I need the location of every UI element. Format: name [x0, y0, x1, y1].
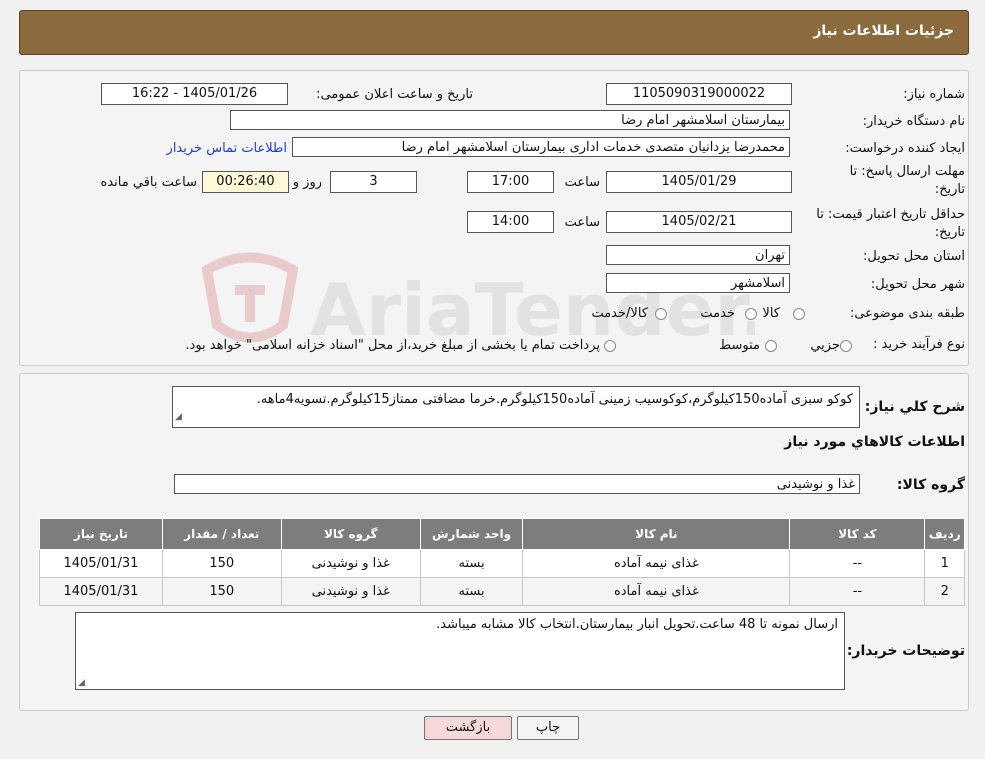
- province-field[interactable]: تهران: [606, 245, 790, 265]
- cell-code: --: [789, 549, 926, 578]
- cell-qty: 150: [161, 549, 282, 578]
- cell-unit: بسته: [419, 577, 524, 606]
- remaining-time-field: 00:26:40: [202, 171, 289, 193]
- validity-label-2: تاریخ:: [934, 225, 965, 240]
- process-note: پرداخت تمام یا بخشی از مبلغ خرید،از محل …: [185, 338, 600, 353]
- announce-label: تاریخ و ساعت اعلان عمومی:: [316, 87, 473, 102]
- cell-date: 1405/01/31: [39, 577, 163, 606]
- deadline-time-field[interactable]: 17:00: [467, 171, 554, 193]
- validity-time-label: ساعت: [564, 215, 600, 230]
- cell-unit: بسته: [419, 549, 524, 578]
- need-number-field[interactable]: 1105090319000022: [606, 83, 792, 105]
- col-row-header: ردیف: [924, 518, 965, 550]
- process-radio-treasury[interactable]: [604, 340, 616, 352]
- page-header: جزئیات اطلاعات نیاز: [19, 10, 969, 55]
- goods-group-label: گروه کالا:: [896, 477, 965, 493]
- validity-label: حداقل تاریخ اعتبار قیمت: تا: [816, 207, 965, 222]
- col-unit-header: واحد شمارش: [419, 518, 524, 550]
- goods-group-field[interactable]: غذا و نوشیدنی: [174, 474, 860, 494]
- requester-field[interactable]: محمدرضا یزدانیان متصدی خدمات اداری بیمار…: [292, 137, 790, 157]
- city-label: شهر محل تحویل:: [870, 277, 965, 292]
- days-label: روز و: [292, 175, 322, 190]
- buyer-notes-label: توضیحات خریدار:: [846, 643, 965, 659]
- col-name-header: نام کالا: [522, 518, 791, 550]
- cell-qty: 150: [161, 577, 282, 606]
- buyer-contact-link[interactable]: اطلاعات تماس خریدار: [167, 141, 287, 156]
- process-radio-medium[interactable]: [765, 340, 777, 352]
- col-code-header: کد کالا: [789, 518, 926, 550]
- category-radio-service[interactable]: [745, 308, 757, 320]
- description-label: شرح کلي نیاز:: [864, 399, 965, 415]
- process-radio-minor[interactable]: [840, 340, 852, 352]
- city-field[interactable]: اسلامشهر: [606, 273, 790, 293]
- requester-label: ایجاد کننده درخواست:: [845, 141, 965, 156]
- resize-grip-icon[interactable]: ◢: [175, 408, 182, 426]
- deadline-time-label: ساعت: [564, 175, 600, 190]
- category-option-service: خدمت: [700, 306, 735, 321]
- col-qty-header: تعداد / مقدار: [161, 518, 282, 550]
- category-radio-goods[interactable]: [793, 308, 805, 320]
- table-header-row: ردیف کد کالا نام کالا واحد شمارش گروه کا…: [39, 518, 965, 550]
- category-radio-goods-service[interactable]: [655, 308, 667, 320]
- col-group-header: گروه کالا: [280, 518, 421, 550]
- category-option-goods: کالا: [762, 306, 780, 321]
- cell-name: غذای نیمه آماده: [522, 577, 791, 606]
- goods-table: ردیف کد کالا نام کالا واحد شمارش گروه کا…: [39, 518, 965, 606]
- back-button[interactable]: بازگشت: [424, 716, 512, 740]
- remaining-label: ساعت باقي مانده: [100, 175, 197, 190]
- goods-section-title: اطلاعات کالاهاي مورد نیاز: [784, 434, 965, 450]
- announce-datetime-field[interactable]: 1405/01/26 - 16:22: [101, 83, 288, 105]
- category-label: طبقه بندی موضوعی:: [849, 306, 965, 321]
- print-button[interactable]: چاپ: [517, 716, 579, 740]
- cell-date: 1405/01/31: [39, 549, 163, 578]
- col-date-header: تاریخ نیاز: [39, 518, 163, 550]
- days-field[interactable]: 3: [330, 171, 417, 193]
- cell-name: غذای نیمه آماده: [522, 549, 791, 578]
- buyer-notes-textarea[interactable]: ارسال نمونه تا 48 ساعت.تحویل انبار بیمار…: [75, 612, 845, 690]
- cell-group: غذا و نوشیدنی: [280, 577, 421, 606]
- deadline-label-2: تاریخ:: [934, 182, 965, 197]
- resize-grip-icon[interactable]: ◢: [78, 678, 85, 688]
- process-label: نوع فرآیند خرید :: [873, 337, 965, 352]
- need-number-label: شماره نیاز:: [903, 87, 965, 102]
- buyer-org-field[interactable]: بیمارستان اسلامشهر امام رضا: [230, 110, 790, 130]
- province-label: استان محل تحویل:: [863, 249, 965, 264]
- cell-row: 1: [924, 549, 965, 578]
- buyer-org-label: نام دستگاه خریدار:: [862, 114, 965, 129]
- deadline-label: مهلت ارسال پاسخ: تا: [849, 164, 965, 179]
- process-option-medium: متوسط: [719, 338, 760, 353]
- cell-row: 2: [924, 577, 965, 606]
- validity-time-field[interactable]: 14:00: [467, 211, 554, 233]
- buyer-notes-text: ارسال نمونه تا 48 ساعت.تحویل انبار بیمار…: [436, 617, 838, 632]
- description-textarea[interactable]: کوکو سبزی آماده150کیلوگرم،کوکوسیب زمینی …: [172, 386, 860, 428]
- deadline-date-field[interactable]: 1405/01/29: [606, 171, 792, 193]
- validity-date-field[interactable]: 1405/02/21: [606, 211, 792, 233]
- table-row[interactable]: 1 -- غذای نیمه آماده بسته غذا و نوشیدنی …: [39, 549, 965, 578]
- cell-group: غذا و نوشیدنی: [280, 549, 421, 578]
- description-text: کوکو سبزی آماده150کیلوگرم،کوکوسیب زمینی …: [256, 392, 853, 407]
- category-option-goods-service: کالا/خدمت: [591, 306, 648, 321]
- cell-code: --: [789, 577, 926, 606]
- process-option-minor: جزیي: [810, 338, 840, 353]
- table-row[interactable]: 2 -- غذای نیمه آماده بسته غذا و نوشیدنی …: [39, 577, 965, 606]
- page-title: جزئیات اطلاعات نیاز: [813, 23, 954, 39]
